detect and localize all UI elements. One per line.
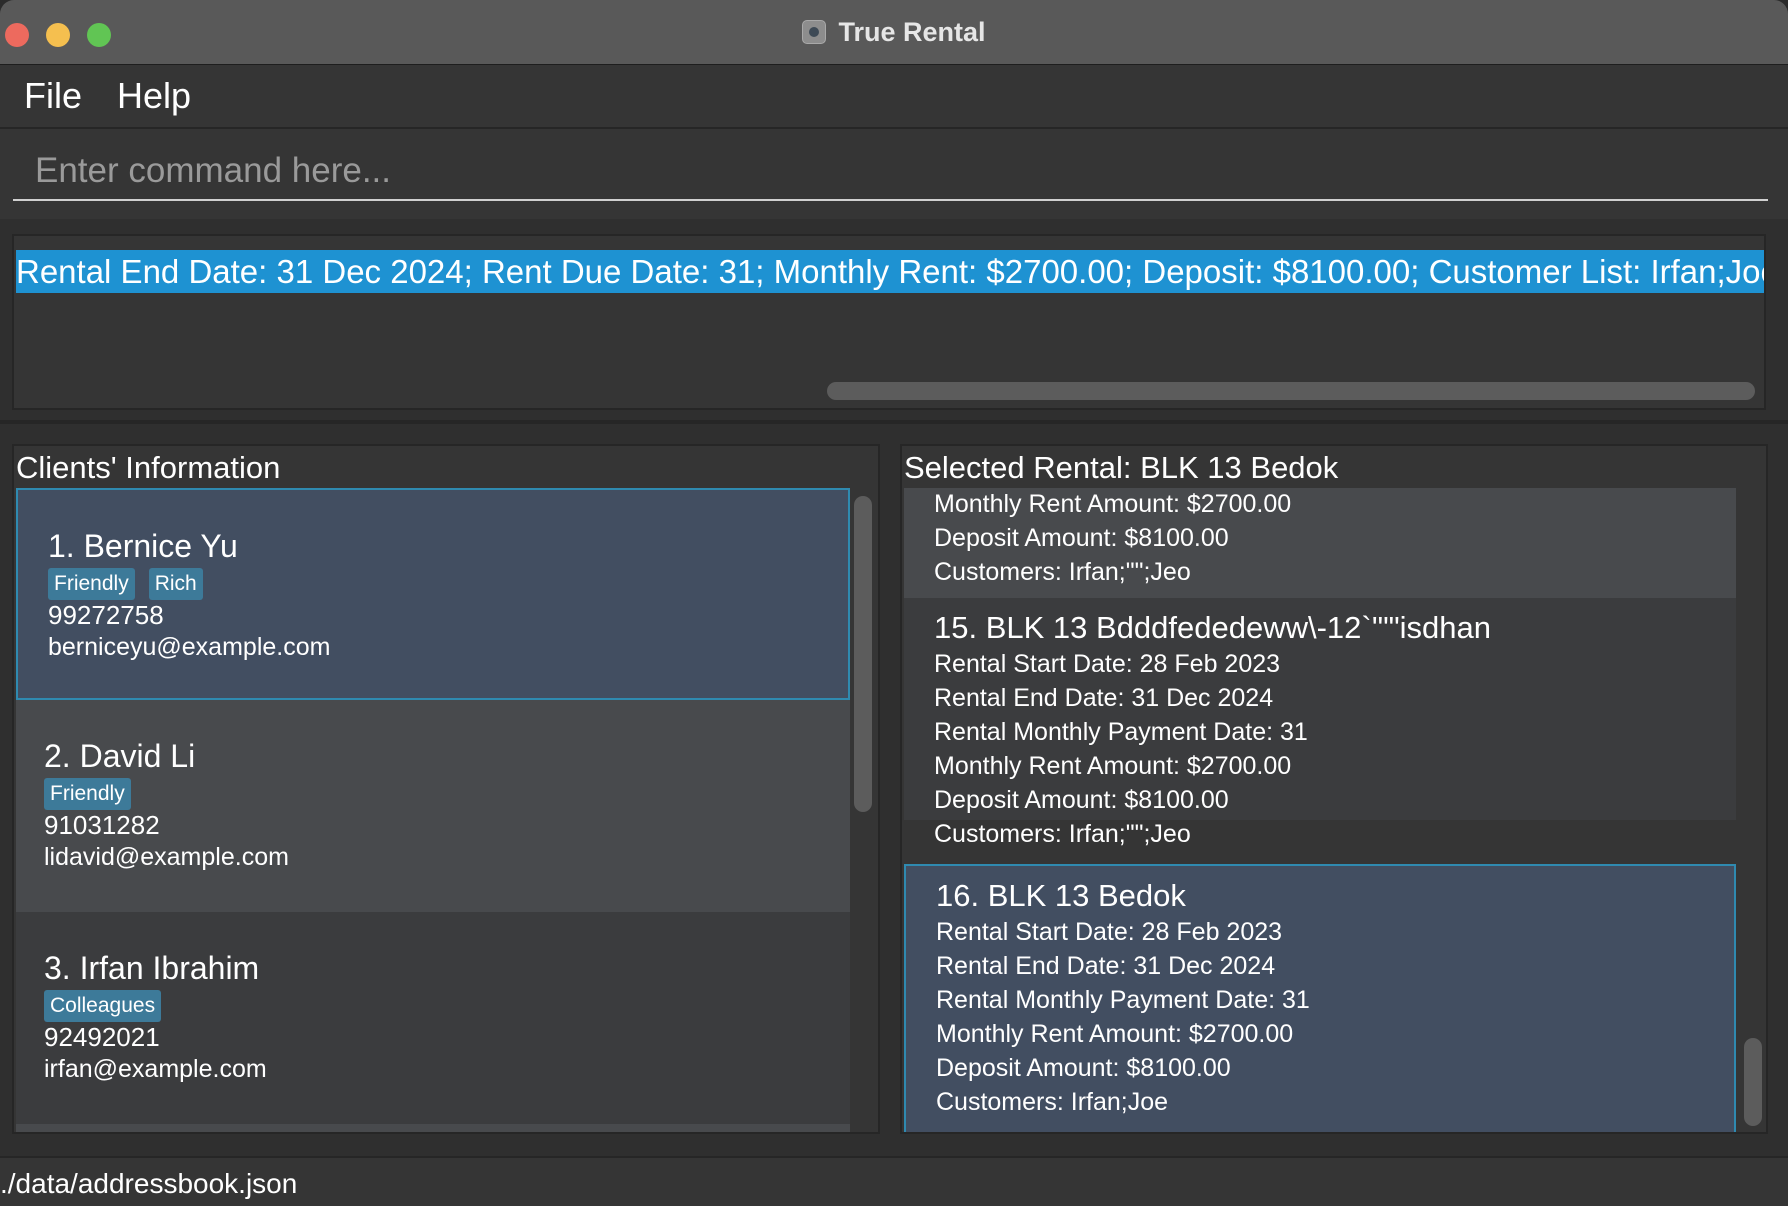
rental-deposit: Deposit Amount: $8100.00	[936, 1054, 1231, 1082]
status-file-path: ./data/addressbook.json	[0, 1168, 298, 1199]
client-card-partial[interactable]	[16, 1124, 850, 1132]
result-display[interactable]: Rental End Date: 31 Dec 2024; Rent Due D…	[12, 234, 1766, 410]
command-area	[0, 129, 1788, 219]
rentals-vertical-scrollbar[interactable]	[1744, 1038, 1762, 1126]
client-email: irfan@example.com	[44, 1055, 267, 1083]
app-icon	[802, 20, 827, 44]
client-name: 3. Irfan Ibrahim	[44, 950, 260, 986]
client-email: lidavid@example.com	[44, 843, 289, 871]
client-tags: Colleagues	[44, 990, 162, 1022]
window-title: True Rental	[838, 16, 986, 47]
client-card[interactable]: 3. Irfan Ibrahim Colleagues 92492021 irf…	[16, 912, 850, 1124]
app-window: True Rental File Help Rental End Date: 3…	[0, 0, 1788, 1206]
client-tag: Friendly	[48, 568, 135, 600]
rental-title: 15. BLK 13 Bdddfededeww\-12`'""isdhan	[934, 610, 1492, 645]
client-tag: Rich	[148, 568, 203, 600]
rental-start-date: Rental Start Date: 28 Feb 2023	[934, 650, 1281, 678]
title-bar[interactable]: True Rental	[0, 0, 1788, 65]
client-phone: 91031282	[44, 810, 160, 840]
clients-vertical-scrollbar[interactable]	[854, 496, 872, 812]
client-tag: Colleagues	[44, 990, 162, 1022]
rental-customers: Customers: Irfan;Joe	[936, 1088, 1169, 1116]
menu-help[interactable]: Help	[117, 75, 191, 117]
client-name: 2. David Li	[44, 738, 196, 774]
rental-card-partial[interactable]: Monthly Rent Amount: $2700.00 Deposit Am…	[904, 488, 1736, 598]
rental-end-date: Rental End Date: 31 Dec 2024	[936, 952, 1276, 980]
rental-deposit: Deposit Amount: $8100.00	[934, 786, 1229, 814]
rental-start-date: Rental Start Date: 28 Feb 2023	[936, 918, 1283, 946]
menu-file[interactable]: File	[24, 75, 82, 117]
rental-payment-date: Rental Monthly Payment Date: 31	[936, 986, 1310, 1014]
rental-end-date: Rental End Date: 31 Dec 2024	[934, 684, 1274, 712]
result-text[interactable]: Rental End Date: 31 Dec 2024; Rent Due D…	[16, 250, 1764, 293]
rental-card-selected[interactable]: 16. BLK 13 Bedok Rental Start Date: 28 F…	[904, 864, 1736, 1132]
rental-customers: Customers: Irfan;"";Jeo	[934, 558, 1191, 586]
rental-card[interactable]: 15. BLK 13 Bdddfededeww\-12`'""isdhan Re…	[904, 598, 1736, 848]
client-tag: Friendly	[44, 778, 131, 810]
menu-bar: File Help	[0, 65, 1788, 129]
client-phone: 99272758	[48, 600, 164, 630]
client-name: 1. Bernice Yu	[48, 528, 238, 564]
client-email: berniceyu@example.com	[48, 633, 331, 661]
rentals-panel-title: Selected Rental: BLK 13 Bedok	[904, 450, 1339, 485]
rental-customers: Customers: Irfan;"";Jeo	[934, 820, 1191, 848]
client-phone: 92492021	[44, 1022, 160, 1052]
rental-monthly-rent: Monthly Rent Amount: $2700.00	[934, 490, 1292, 518]
rentals-panel: Selected Rental: BLK 13 Bedok Monthly Re…	[900, 444, 1768, 1134]
client-list: 1. Bernice Yu Friendly Rich 99272758 ber…	[16, 488, 850, 1132]
split-divider[interactable]	[0, 420, 1788, 424]
rental-payment-date: Rental Monthly Payment Date: 31	[934, 718, 1308, 746]
client-tags: Friendly	[44, 778, 131, 810]
rental-monthly-rent: Monthly Rent Amount: $2700.00	[934, 752, 1292, 780]
rental-deposit: Deposit Amount: $8100.00	[934, 524, 1229, 552]
clients-panel: Clients' Information 1. Bernice Yu Frien…	[12, 444, 880, 1134]
client-card[interactable]: 1. Bernice Yu Friendly Rich 99272758 ber…	[16, 488, 850, 700]
clients-panel-title: Clients' Information	[16, 450, 281, 485]
title-wrap: True Rental	[0, 0, 1788, 64]
client-card[interactable]: 2. David Li Friendly 91031282 lidavid@ex…	[16, 700, 850, 912]
rental-monthly-rent: Monthly Rent Amount: $2700.00	[936, 1020, 1294, 1048]
command-input[interactable]	[13, 143, 1768, 201]
rental-list: Monthly Rent Amount: $2700.00 Deposit Am…	[904, 488, 1736, 1132]
client-tags: Friendly Rich	[48, 568, 203, 600]
status-bar: ./data/addressbook.json	[0, 1156, 1788, 1206]
result-horizontal-scrollbar[interactable]	[827, 382, 1755, 400]
rental-title: 16. BLK 13 Bedok	[936, 878, 1186, 913]
